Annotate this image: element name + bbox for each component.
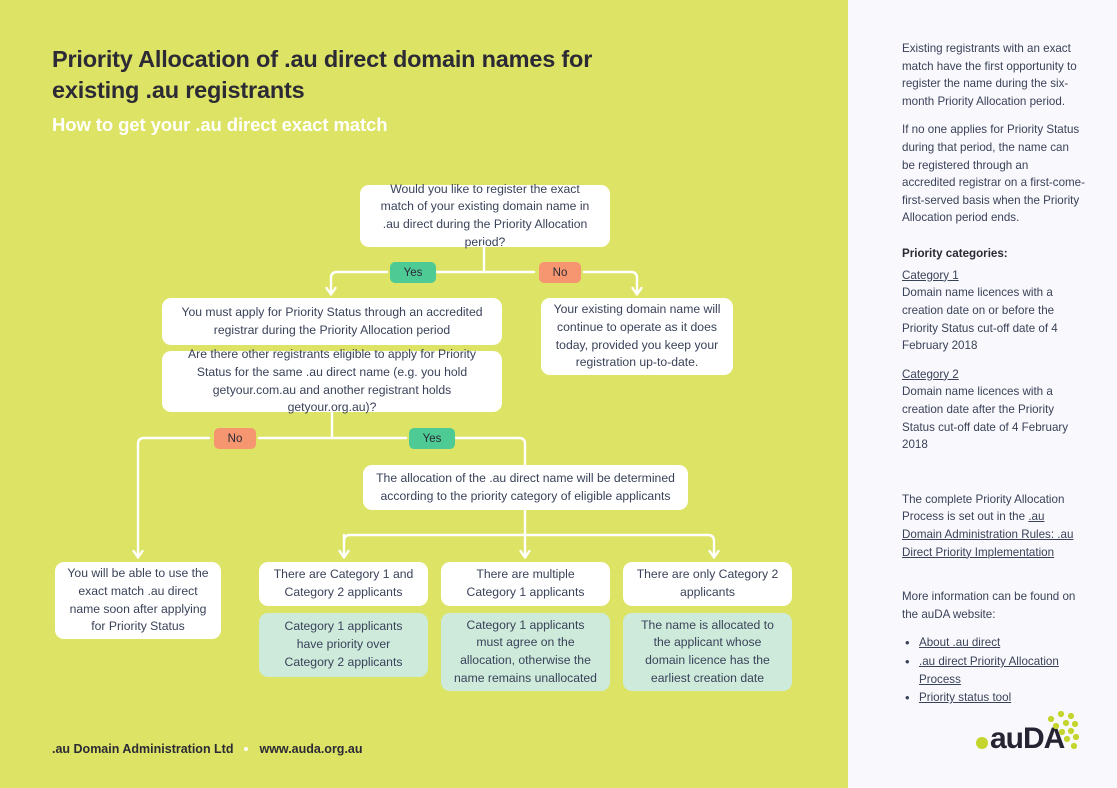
list-item: .au direct Priority Allocation Process — [902, 652, 1085, 688]
sidebar-priority-categories-heading: Priority categories: — [902, 247, 1008, 261]
flow-chip-yes-1: Yes — [390, 262, 436, 283]
sidebar-paragraph-1: Existing registrants with an exact match… — [902, 42, 1077, 108]
sidebar-link-about-au-direct[interactable]: About .au direct — [919, 636, 1000, 649]
flow-chip-no-1: No — [539, 262, 581, 283]
sidebar-more-info-intro: More information can be found on the auD… — [902, 590, 1076, 621]
sidebar-category-1-link[interactable]: Category 1 — [902, 267, 1085, 285]
flow-chip-no-2: No — [214, 428, 256, 449]
sidebar-category-2-link[interactable]: Category 2 — [902, 366, 1085, 384]
infographic-page: Priority Allocation of .au direct domain… — [0, 0, 1117, 788]
sidebar-link-priority-status-tool[interactable]: Priority status tool — [919, 691, 1011, 704]
sidebar: Existing registrants with an exact match… — [848, 0, 1117, 788]
auda-logo-mark: auDA — [976, 710, 1080, 755]
flow-connectors — [0, 0, 848, 788]
sidebar-category-2-block: Category 2 Domain name licences with a c… — [902, 366, 1085, 454]
list-item: Priority status tool — [902, 688, 1085, 707]
sidebar-category-1-text: Domain name licences with a creation dat… — [902, 286, 1058, 353]
sidebar-link-list: About .au direct .au direct Priority All… — [902, 633, 1085, 707]
sidebar-paragraph-2: If no one applies for Priority Status du… — [902, 123, 1085, 225]
flow-chip-yes-2: Yes — [409, 428, 455, 449]
sidebar-category-2-text: Domain name licences with a creation dat… — [902, 385, 1069, 452]
sidebar-category-1-block: Category 1 Domain name licences with a c… — [902, 267, 1085, 355]
list-item: About .au direct — [902, 633, 1085, 652]
sidebar-complete-process-paragraph: The complete Priority Allocation Process… — [902, 491, 1085, 561]
auda-logo: auDA — [975, 706, 1080, 756]
sidebar-link-priority-allocation-process[interactable]: .au direct Priority Allocation Process — [919, 655, 1059, 686]
